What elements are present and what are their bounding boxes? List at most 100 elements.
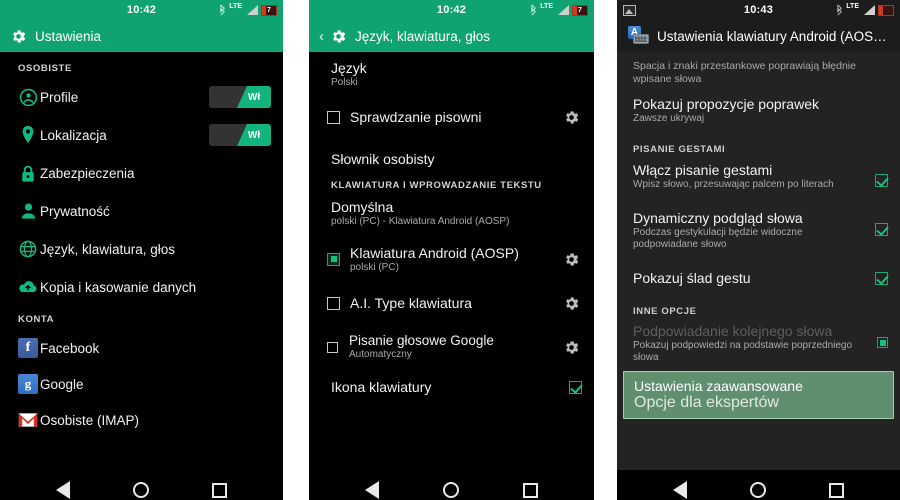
sidebar-item-language-keyboard-voice[interactable]: Język, klawiatura, głos (0, 230, 283, 268)
row-title: Osobiste (IMAP) (40, 412, 140, 428)
intro-text: Spacja i znaki przestankowe poprawiają b… (633, 60, 856, 85)
status-icons: LTE 7 (219, 3, 277, 16)
recents-icon[interactable] (523, 482, 538, 498)
google-voice-settings-gear-icon[interactable] (560, 339, 582, 356)
row-title: Zabezpieczenia (40, 165, 135, 181)
back-icon[interactable] (672, 481, 687, 499)
row-title: Słownik osobisty (331, 151, 435, 167)
battery-icon (878, 4, 894, 16)
status-left-icons (623, 4, 636, 16)
row-subtitle: Automatyczny (349, 349, 412, 360)
settings-list: OSOBISTE Profile Wł Lokalizacja Wł Zabez… (0, 52, 283, 470)
list-item-advanced-settings[interactable]: Ustawienia zaawansowane Opcje dla eksper… (623, 371, 894, 419)
globe-icon (16, 240, 40, 258)
list-item-ai-type-keyboard[interactable]: A.I. Type klawiatura (309, 281, 594, 325)
sidebar-item-facebook[interactable]: f Facebook (0, 330, 283, 366)
row-title: Domyślna (331, 199, 394, 215)
location-toggle[interactable]: Wł (209, 124, 271, 146)
row-title: Kopia i kasowanie danych (40, 279, 197, 295)
android-keyboard-checkbox[interactable] (327, 252, 340, 266)
page-title: Język, klawiatura, głos (355, 28, 491, 44)
row-subtitle: polski (PC) (350, 261, 399, 273)
phone-screen-settings: 10:42 LTE 7 Ustawienia OSOBISTE Profile … (0, 0, 283, 500)
navigation-bar (309, 470, 594, 500)
list-item-default-keyboard[interactable]: Domyślna polski (PC) - Klawiatura Androi… (309, 197, 594, 237)
spell-checker-checkbox[interactable] (327, 110, 340, 124)
home-icon[interactable] (132, 482, 149, 498)
status-bar: 10:42 LTE 7 (309, 0, 594, 20)
gesture-trail-checkbox[interactable] (875, 271, 888, 285)
row-title: Włącz pisanie gestami (633, 162, 773, 178)
google-icon: g (16, 374, 40, 394)
row-title: Klawiatura Android (AOSP) (350, 244, 519, 261)
sidebar-item-google[interactable]: g Google (0, 366, 283, 402)
row-title: Facebook (40, 340, 100, 356)
bluetooth-icon (531, 4, 537, 16)
list-item-language[interactable]: Język Polski (309, 52, 594, 96)
list-item-spell-checker[interactable]: Sprawdzanie pisowni (309, 96, 594, 138)
toggle-state-label: Wł (237, 124, 271, 146)
row-title: Profile (40, 89, 79, 105)
ai-type-checkbox[interactable] (327, 296, 340, 310)
list-item-google-voice-typing[interactable]: Pisanie głosowe Google Automatyczny (309, 325, 594, 369)
action-bar: A Ustawienia klawiatury Android (AOS… (617, 20, 900, 52)
row-title: Ikona klawiatury (331, 379, 432, 395)
android-keyboard-settings-gear-icon[interactable] (560, 251, 582, 268)
list-item-keyboard-icon-setting[interactable]: Ikona klawiatury (309, 369, 594, 405)
signal-icon (862, 4, 875, 16)
spell-checker-settings-gear-icon[interactable] (560, 109, 582, 126)
home-icon[interactable] (443, 482, 459, 498)
row-title: Lokalizacja (40, 127, 107, 143)
sidebar-item-personal-imap[interactable]: Osobiste (IMAP) (0, 402, 283, 438)
list-item-show-gesture-trail[interactable]: Pokazuj ślad gestu (617, 260, 900, 296)
recents-icon[interactable] (829, 482, 845, 498)
sidebar-item-backup-reset[interactable]: Kopia i kasowanie danych (0, 268, 283, 306)
page-title: Ustawienia klawiatury Android (AOS… (657, 28, 887, 44)
sidebar-item-profile[interactable]: Profile Wł (0, 78, 283, 116)
list-item-personal-dictionary[interactable]: Słownik osobisty (309, 138, 594, 180)
next-word-suggestion-checkbox (877, 337, 888, 348)
row-title: Google (40, 376, 84, 392)
row-title: Pokazuj ślad gestu (633, 270, 751, 286)
list-item-enable-gesture-typing[interactable]: Włącz pisanie gestami Wpisz słowo, przes… (617, 162, 900, 210)
row-subtitle: polski (PC) - Klawiatura Android (AOSP) (331, 216, 510, 227)
row-title: Podpowiadanie kolejnego słowa (633, 323, 833, 339)
home-icon[interactable] (749, 482, 766, 498)
row-title: Język, klawiatura, głos (40, 241, 176, 257)
row-subtitle: Opcje dla ekspertów (634, 394, 779, 411)
recents-icon[interactable] (212, 482, 228, 498)
section-header-keyboard-input: KLAWIATURA I WPROWADZANIE TEKSTU (331, 180, 542, 191)
gmail-icon (16, 412, 40, 428)
battery-icon: 7 (261, 4, 277, 16)
ai-type-settings-gear-icon[interactable] (560, 295, 582, 312)
sidebar-item-security[interactable]: Zabezpieczenia (0, 154, 283, 192)
sidebar-item-location[interactable]: Lokalizacja Wł (0, 116, 283, 154)
list-item-dynamic-floating-preview[interactable]: Dynamiczny podgląd słowa Podczas gestyku… (617, 210, 900, 260)
back-icon[interactable] (55, 481, 70, 499)
row-title: Dynamiczny podgląd słowa (633, 210, 803, 226)
gear-icon (333, 29, 346, 43)
list-item-show-correction-suggestions[interactable]: Pokazuj propozycje poprawek Zawsze ukryw… (617, 96, 900, 136)
row-title: Język (331, 60, 367, 76)
sidebar-item-privacy[interactable]: Prywatność (0, 192, 283, 230)
status-bar: 10:42 LTE 7 (0, 0, 283, 20)
page-title: Ustawienia (35, 28, 102, 44)
back-chevron-icon[interactable]: ‹ (319, 29, 324, 44)
action-bar: Ustawienia (0, 20, 283, 52)
screenshot-stage: 10:42 LTE 7 Ustawienia OSOBISTE Profile … (0, 0, 900, 500)
dynamic-preview-checkbox[interactable] (875, 223, 888, 236)
row-title: Pokazuj propozycje poprawek (633, 96, 819, 112)
signal-icon (556, 4, 569, 16)
google-voice-typing-checkbox[interactable] (327, 341, 338, 353)
gear-icon (13, 29, 26, 43)
image-icon (623, 4, 636, 16)
person-icon (16, 202, 40, 220)
list-item-android-keyboard-aosp[interactable]: Klawiatura Android (AOSP) polski (PC) (309, 237, 594, 281)
back-icon[interactable] (365, 481, 379, 499)
battery-icon: 7 (572, 4, 588, 16)
profile-toggle[interactable]: Wł (209, 86, 271, 108)
lock-icon (16, 164, 40, 183)
lte-label: LTE (846, 3, 859, 10)
keyboard-icon-checkbox[interactable] (569, 380, 582, 394)
enable-gesture-typing-checkbox[interactable] (875, 174, 888, 187)
